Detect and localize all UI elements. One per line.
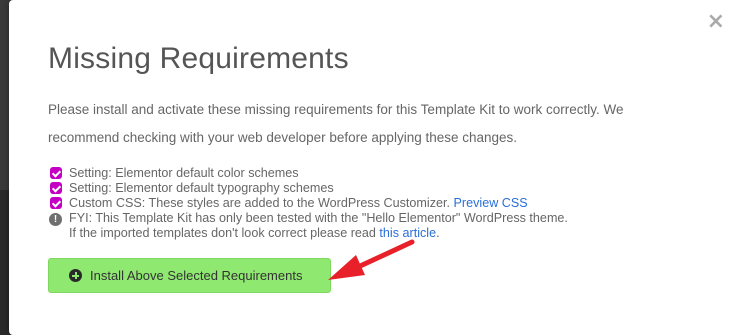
- install-button-label: Install Above Selected Requirements: [90, 268, 303, 283]
- close-icon[interactable]: ×: [707, 11, 725, 33]
- notice-line-1: FYI: This Template Kit has only been tes…: [69, 211, 568, 225]
- requirement-label-text: Custom CSS: These styles are added to th…: [69, 196, 451, 210]
- modal-intro-text: Please install and activate these missin…: [48, 102, 624, 145]
- notice-text: FYI: This Template Kit has only been tes…: [69, 211, 568, 241]
- checkbox-checked-icon[interactable]: [50, 167, 62, 179]
- checkbox-checked-icon[interactable]: [50, 182, 62, 194]
- requirement-label: Setting: Elementor default typography sc…: [69, 181, 334, 195]
- requirement-item[interactable]: Setting: Elementor default typography sc…: [48, 181, 708, 196]
- requirements-list: Setting: Elementor default color schemes…: [48, 166, 708, 241]
- exclamation-circle-icon: !: [49, 213, 62, 226]
- checkbox-checked-icon[interactable]: [50, 197, 62, 209]
- modal-title: Missing Requirements: [48, 42, 349, 75]
- notice-line-2-suffix: .: [436, 226, 440, 240]
- arrow-shaft: [355, 239, 415, 270]
- requirement-label: Setting: Elementor default color schemes: [69, 166, 299, 180]
- requirement-label: Custom CSS: These styles are added to th…: [69, 196, 528, 211]
- preview-css-link[interactable]: Preview CSS: [454, 196, 528, 210]
- install-requirements-button[interactable]: Install Above Selected Requirements: [48, 258, 331, 293]
- arrow-head: [328, 255, 365, 280]
- plus-circle-icon: [69, 269, 82, 282]
- requirement-item[interactable]: Custom CSS: These styles are added to th…: [48, 196, 708, 211]
- red-arrow-annotation: [328, 239, 415, 280]
- requirement-item[interactable]: Setting: Elementor default color schemes: [48, 166, 708, 181]
